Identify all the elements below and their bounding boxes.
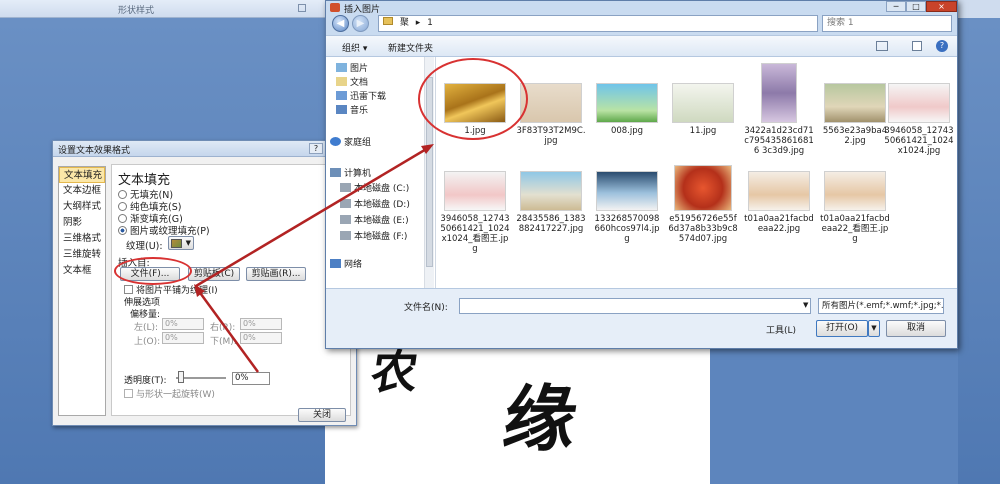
arrow-head <box>421 144 434 154</box>
arrow-line <box>196 289 260 373</box>
arrow-line <box>195 146 429 288</box>
arrow-head <box>194 284 205 297</box>
annotation-arrows <box>194 144 434 373</box>
